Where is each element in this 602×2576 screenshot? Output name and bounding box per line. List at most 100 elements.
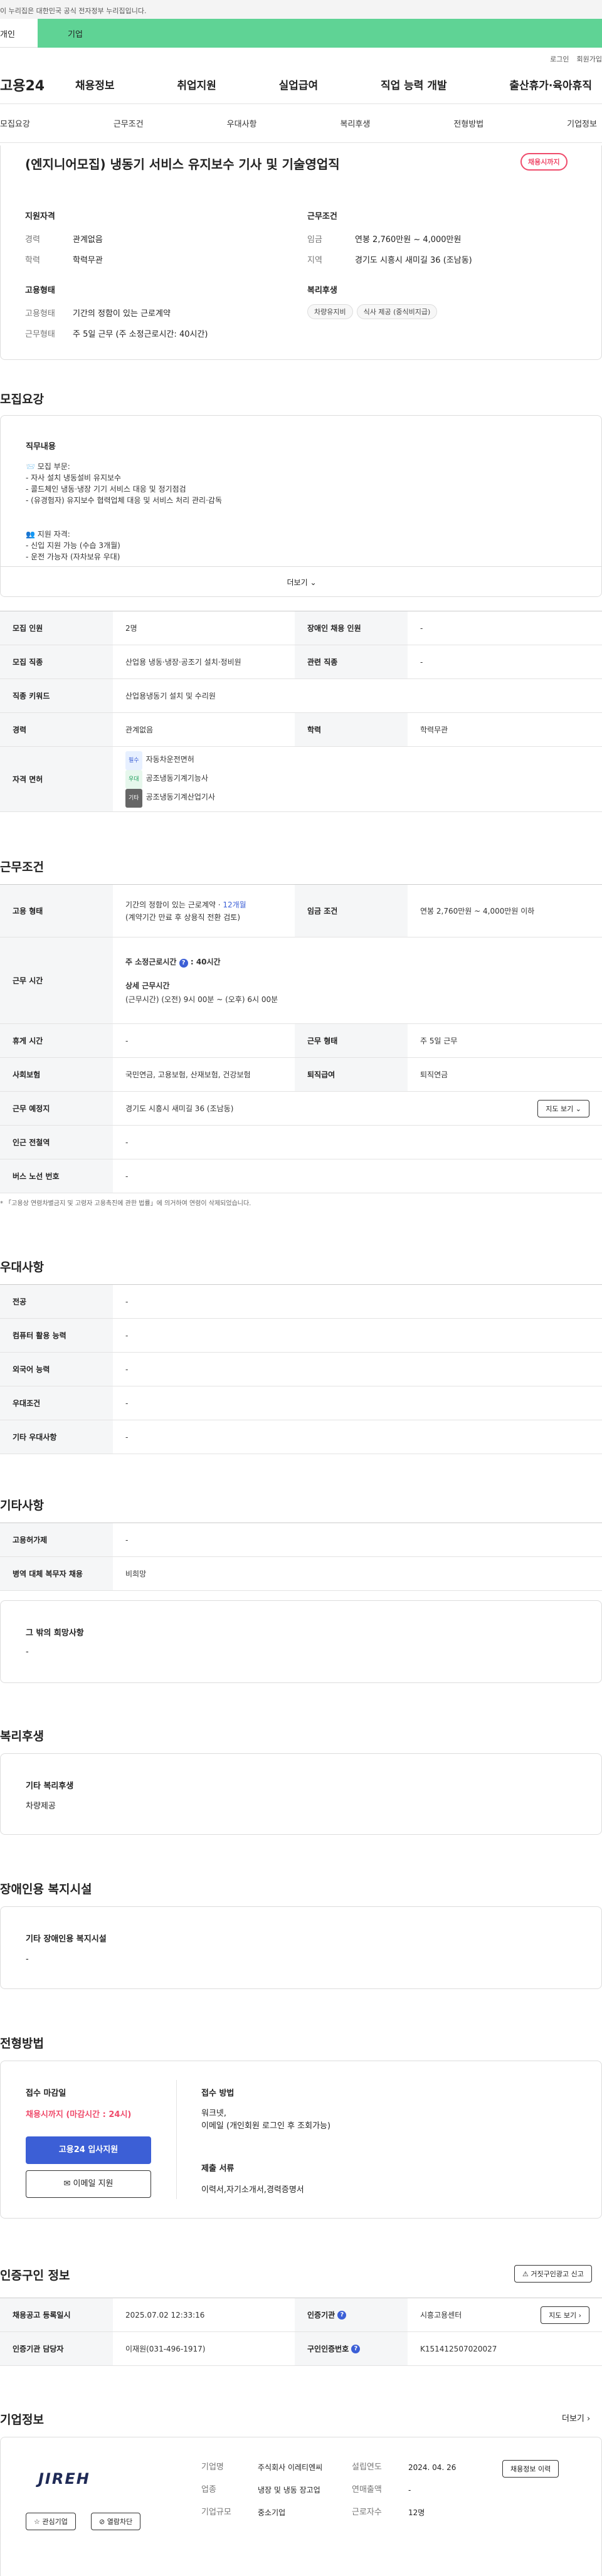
table-cell: 퇴직연금 <box>420 1070 448 1079</box>
company-name: 주식회사 이레티엔씨 <box>258 2463 323 2472</box>
method-value: 워크넷, 이메일 (개인회원 로그인 후 조회가능) <box>201 2108 330 2133</box>
edu-label: 학력 <box>25 256 40 265</box>
subnav-process[interactable]: 전형방법 <box>453 117 483 129</box>
map-button[interactable]: 지도 보기 ⌄ <box>537 1099 589 1117</box>
table-cell: 2명 <box>125 624 137 633</box>
subnav-recruit[interactable]: 모집요강 <box>0 117 30 129</box>
table-header: 관련 직종 <box>295 645 408 678</box>
subnav-company[interactable]: 기업정보 <box>567 117 597 129</box>
chevron-down-icon: ⌄ <box>310 578 317 587</box>
company-emp-label: 근로자수 <box>352 2508 382 2517</box>
duty-text: 📨 모집 부문: - 자사 설치 냉동설비 유지보수 - 콜드체인 냉동·냉장 … <box>26 461 222 561</box>
method-label: 접수 방법 <box>201 2089 235 2098</box>
emptype-value: 기간의 정함이 있는 근로계약 <box>73 309 171 319</box>
welfare-summary-block: 복리후생 차량유지비 식사 제공 (중식비지급) <box>307 283 583 319</box>
site-logo[interactable]: 고용24 <box>0 75 75 95</box>
emp-period: 12개월 <box>223 900 246 909</box>
table-header: 고용허가제 <box>0 1523 113 1556</box>
signup-link[interactable]: 회원가입 <box>577 55 602 63</box>
subnav-preference[interactable]: 우대사항 <box>227 117 257 129</box>
subnav-conditions[interactable]: 근무조건 <box>114 117 144 129</box>
table-cell: 주 5일 근무 <box>420 1037 458 1045</box>
favorite-button[interactable]: ☆ 관심기업 <box>26 2513 76 2530</box>
table-header: 학력 <box>295 713 408 746</box>
duty-title: 직무내용 <box>26 442 56 451</box>
util-links: 로그인 회원가입 <box>0 48 602 65</box>
emptype-title: 고용형태 <box>25 286 55 295</box>
company-more-link[interactable]: 더보기 › <box>562 2412 590 2424</box>
wish-title: 그 밖의 희망사항 <box>26 1628 84 1638</box>
process-section-title: 전형방법 <box>0 2037 44 2051</box>
more-label: 더보기 <box>287 578 308 587</box>
qualification-title: 지원자격 <box>25 212 55 221</box>
table-cell: - <box>420 623 423 633</box>
apply-button[interactable]: 고용24 입사지원 <box>26 2136 151 2164</box>
table-cell: 2025.07.02 12:33:16 <box>125 2310 205 2320</box>
emp-note: (계약기간 만료 후 상용직 전환 검토) <box>125 912 240 922</box>
week-hours-label: 주 소정근로시간 <box>125 957 177 966</box>
wage-label: 임금 <box>307 235 322 245</box>
agency-label: 인증기관 <box>307 2311 335 2320</box>
block-button[interactable]: ⊘ 열람차단 <box>91 2513 141 2530</box>
table-cell: 이재원(031-496-1917) <box>125 2345 206 2353</box>
table-header: 임금 조건 <box>295 885 408 937</box>
subnav-welfare[interactable]: 복리후생 <box>340 117 370 129</box>
job-history-button[interactable]: 채용정보 이력 <box>502 2460 559 2478</box>
info-icon[interactable]: ? <box>337 2310 347 2320</box>
gnb-item-support[interactable]: 취업지원 <box>177 77 216 92</box>
table-header: 컴퓨터 활용 능력 <box>0 1319 113 1352</box>
welfare-summary-title: 복리후생 <box>307 286 337 295</box>
company-name-label: 기업명 <box>201 2463 224 2472</box>
report-button[interactable]: ⚠ 거짓구인광고 신고 <box>514 2265 592 2283</box>
etc-section-title: 기타사항 <box>0 1499 44 1512</box>
table-cell: - <box>125 1036 129 1045</box>
company-section-title: 기업정보 <box>0 2413 44 2427</box>
docs-value: 이력서,자기소개서,경력증명서 <box>201 2185 304 2195</box>
process-card: 접수 마감일 채용시까지 (마감시간 : 24시) 고용24 입사지원 ✉ 이메… <box>0 2061 602 2219</box>
welfare-chip: 차량유지비 <box>307 304 353 319</box>
condition-block: 근무조건 임금 연봉 2,760만원 ~ 4,000만원 지역 경기도 시흥시 새미… <box>307 209 583 265</box>
detail-hours-value: (근무시간) (오전) 9시 00분 ~ (오후) 6시 00분 <box>125 995 278 1004</box>
table-cell: - <box>125 1331 129 1340</box>
agency-map-button[interactable]: 지도 보기 › <box>541 2306 589 2324</box>
duty-line: 👥 지원 자격: <box>26 530 70 539</box>
table-cell: - <box>125 1535 129 1544</box>
duty-card: 직무내용 📨 모집 부문: - 자사 설치 냉동설비 유지보수 - 콜드체인 냉… <box>0 415 602 597</box>
table-header: 경력 <box>0 713 113 746</box>
tab-company[interactable]: 기업 <box>38 19 602 48</box>
emptype-label: 고용형태 <box>25 309 55 319</box>
table-cell: - <box>125 1138 129 1147</box>
career-value: 관계없음 <box>73 235 103 245</box>
table-header: 근무 시간 <box>0 937 113 1023</box>
deadline-value: 채용시까지 (마감시간 : 24시) <box>26 2110 132 2119</box>
mail-icon: ✉ <box>63 2179 71 2188</box>
deadline-label: 접수 마감일 <box>26 2089 66 2098</box>
wage-value: 연봉 2,760만원 ~ 4,000만원 <box>355 235 462 245</box>
company-est-label: 설립연도 <box>352 2463 382 2472</box>
tab-individual[interactable]: 개인 <box>0 19 38 48</box>
table-cell: - <box>125 1365 129 1374</box>
gnb-item-leave[interactable]: 출산휴가·육아휴직 <box>509 77 592 92</box>
gnb-item-unemployment[interactable]: 실업급여 <box>279 77 319 92</box>
agency-table: 채용공고 등록일시 2025.07.02 12:33:16 인증기관 ? 시흥고용센터… <box>0 2298 602 2366</box>
login-link[interactable]: 로그인 <box>550 55 569 63</box>
table-header: 모집 직종 <box>0 645 113 678</box>
qualification-block: 지원자격 경력 관계없음 학력 학력무관 <box>25 209 301 265</box>
table-cell: - <box>125 1171 129 1181</box>
duty-line: - (유경험자) 유지보수 협력업체 대응 및 서비스 처리 관리·감독 <box>26 496 222 505</box>
table-cell: 국민연금, 고용보험, 산재보험, 건강보험 <box>125 1070 251 1079</box>
gnb-item-jobs[interactable]: 채용정보 <box>75 77 115 92</box>
table-header: 인근 전철역 <box>0 1126 113 1159</box>
email-apply-button[interactable]: ✉ 이메일 지원 <box>26 2170 151 2198</box>
chevron-down-icon: ⌄ <box>575 1104 581 1113</box>
table-header: 기타 우대사항 <box>0 1420 113 1454</box>
table-cell: - <box>125 1297 129 1306</box>
map-button-label: 지도 보기 <box>546 1104 574 1113</box>
gnb-item-training[interactable]: 직업 능력 개발 <box>381 77 447 92</box>
info-icon[interactable]: ? <box>351 2344 361 2353</box>
license-name: 자동차운전면허 <box>145 754 194 764</box>
table-header: 자격 면허 <box>0 747 113 811</box>
table-cell: 주 소정근로시간 ? : 40시간 상세 근무시간 (근무시간) (오전) 9시… <box>113 955 602 1006</box>
info-icon[interactable]: ? <box>179 958 188 968</box>
more-button[interactable]: 더보기 ⌄ <box>1 566 601 596</box>
